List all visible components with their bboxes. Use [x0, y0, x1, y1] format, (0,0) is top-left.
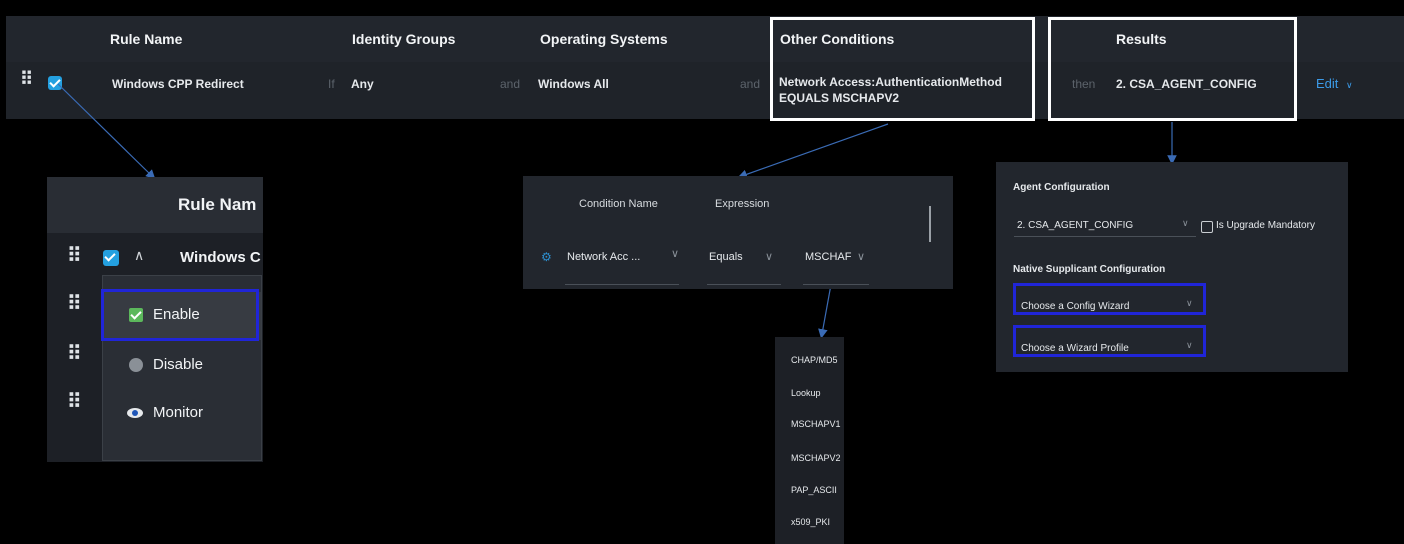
- drag-handle-icon[interactable]: ⠿: [67, 392, 82, 412]
- upgrade-checkbox[interactable]: [1201, 221, 1213, 233]
- list-item[interactable]: MSCHAPV2: [791, 453, 841, 463]
- chevron-down-icon[interactable]: ∨: [1182, 218, 1189, 229]
- col-rule-name: Rule Nam: [178, 195, 257, 214]
- condition-select[interactable]: Network Acc ...: [567, 251, 640, 263]
- eye-icon: [127, 408, 143, 418]
- list-item[interactable]: PAP_ASCII: [791, 485, 837, 495]
- chevron-up-icon[interactable]: ∧: [134, 247, 144, 264]
- disabled-icon: [129, 358, 143, 372]
- upgrade-label: Is Upgrade Mandatory: [1216, 220, 1315, 231]
- menu-item-monitor[interactable]: Monitor: [103, 390, 261, 438]
- list-item[interactable]: x509_PKI: [791, 517, 830, 527]
- operator-select[interactable]: Equals: [709, 251, 743, 263]
- list-item[interactable]: CHAP/MD5: [791, 355, 838, 365]
- wizard-profile-highlight: [1013, 325, 1206, 357]
- arrow-to-rule-menu: [57, 83, 156, 180]
- condition-editor-panel: Condition Name Expression ⚙ Network Acc …: [523, 176, 953, 289]
- agent-config-select[interactable]: 2. CSA_AGENT_CONFIG: [1017, 220, 1133, 231]
- chevron-down-icon[interactable]: ∨: [671, 247, 679, 260]
- chevron-down-icon[interactable]: ∨: [857, 250, 865, 263]
- expression-select[interactable]: MSCHAF: [805, 251, 851, 263]
- menu-item-label: Monitor: [153, 404, 204, 421]
- col-condition-name: Condition Name: [579, 198, 658, 210]
- select-underline: [1014, 236, 1196, 237]
- enable-highlight: [101, 289, 259, 341]
- select-underline: [565, 284, 679, 285]
- list-item[interactable]: Lookup: [791, 388, 821, 398]
- list-item[interactable]: MSCHAPV1: [791, 419, 841, 429]
- select-underline: [803, 284, 869, 285]
- select-underline: [707, 284, 781, 285]
- drag-handle-icon[interactable]: ⠿: [67, 294, 82, 314]
- row-checkbox[interactable]: [103, 250, 119, 266]
- gear-icon[interactable]: ⚙: [541, 250, 552, 264]
- panel-header: Rule Nam: [47, 177, 263, 233]
- rule-name-cell[interactable]: Windows C: [180, 249, 261, 266]
- chevron-down-icon[interactable]: ∨: [765, 250, 773, 263]
- menu-item-disable[interactable]: Disable: [103, 342, 261, 390]
- drag-handle-icon[interactable]: ⠿: [67, 344, 82, 364]
- menu-item-label: Disable: [153, 356, 204, 373]
- scrollbar[interactable]: [929, 206, 931, 242]
- drag-handle-icon[interactable]: ⠿: [67, 246, 82, 266]
- agent-config-title: Agent Configuration: [1013, 182, 1110, 193]
- col-expression: Expression: [715, 198, 770, 210]
- arrow-to-condition: [737, 123, 889, 179]
- config-wizard-highlight: [1013, 283, 1206, 315]
- auth-method-list: CHAP/MD5 Lookup MSCHAPV1 MSCHAPV2 PAP_AS…: [775, 337, 844, 544]
- native-supplicant-title: Native Supplicant Configuration: [1013, 264, 1166, 275]
